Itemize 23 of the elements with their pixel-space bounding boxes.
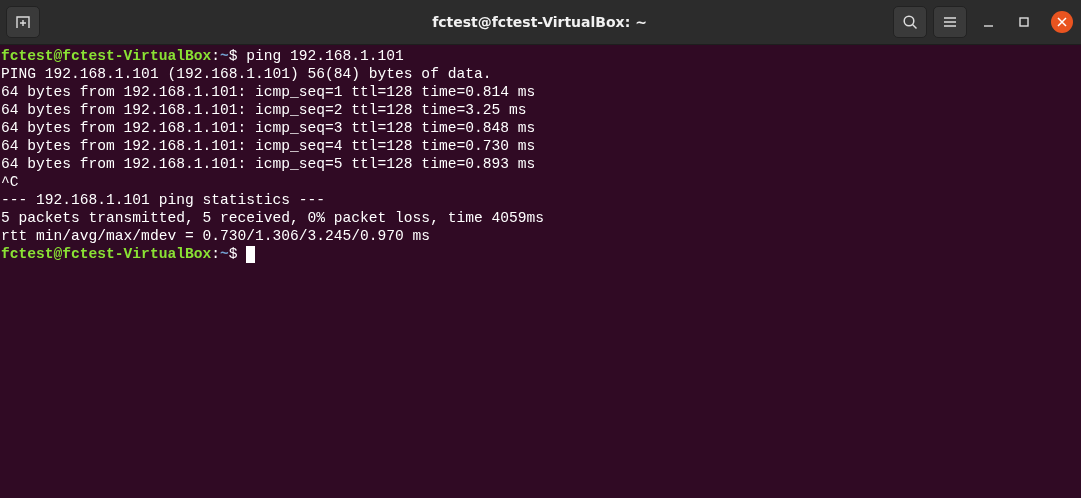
window-title: fctest@fctest-VirtualBox: ~ (432, 14, 647, 30)
output-line: 64 bytes from 192.168.1.101: icmp_seq=5 ttl=128 time=0.893 ms (1, 155, 537, 173)
output-line: 64 bytes from 192.168.1.101: icmp_seq=1 ttl=128 time=0.814 ms (1, 83, 537, 101)
search-icon (902, 14, 918, 30)
output-line: 64 bytes from 192.168.1.101: icmp_seq=4 ttl=128 time=0.730 ms (1, 137, 537, 155)
menu-button[interactable] (933, 6, 967, 38)
output-line: 5 packets transmitted, 5 received, 0% packet loss, time 4059ms (1, 209, 545, 227)
command-line: fctest@fctest-VirtualBox:~$ ping 192.168.1.101 (1, 47, 404, 65)
close-icon (1057, 17, 1067, 27)
output-line: rtt min/avg/max/mdev = 0.730/1.306/3.245/0.970 ms (1, 227, 432, 245)
new-tab-button[interactable] (6, 6, 40, 38)
new-tab-icon (15, 14, 31, 30)
search-button[interactable] (893, 6, 927, 38)
output-line: PING 192.168.1.101 (192.168.1.101) 56(84) bytes of data. (1, 65, 493, 83)
close-button[interactable] (1051, 11, 1073, 33)
output-line: 64 bytes from 192.168.1.101: icmp_seq=3 ttl=128 time=0.848 ms (1, 119, 537, 137)
minimize-icon (983, 25, 993, 27)
output-line: --- 192.168.1.101 ping statistics --- (1, 191, 327, 209)
menu-icon (943, 16, 957, 28)
maximize-icon (1019, 17, 1029, 27)
output-line: ^C (1, 173, 20, 191)
output-line: 64 bytes from 192.168.1.101: icmp_seq=2 ttl=128 time=3.25 ms (1, 101, 528, 119)
command-line: fctest@fctest-VirtualBox:~$ (1, 245, 238, 263)
